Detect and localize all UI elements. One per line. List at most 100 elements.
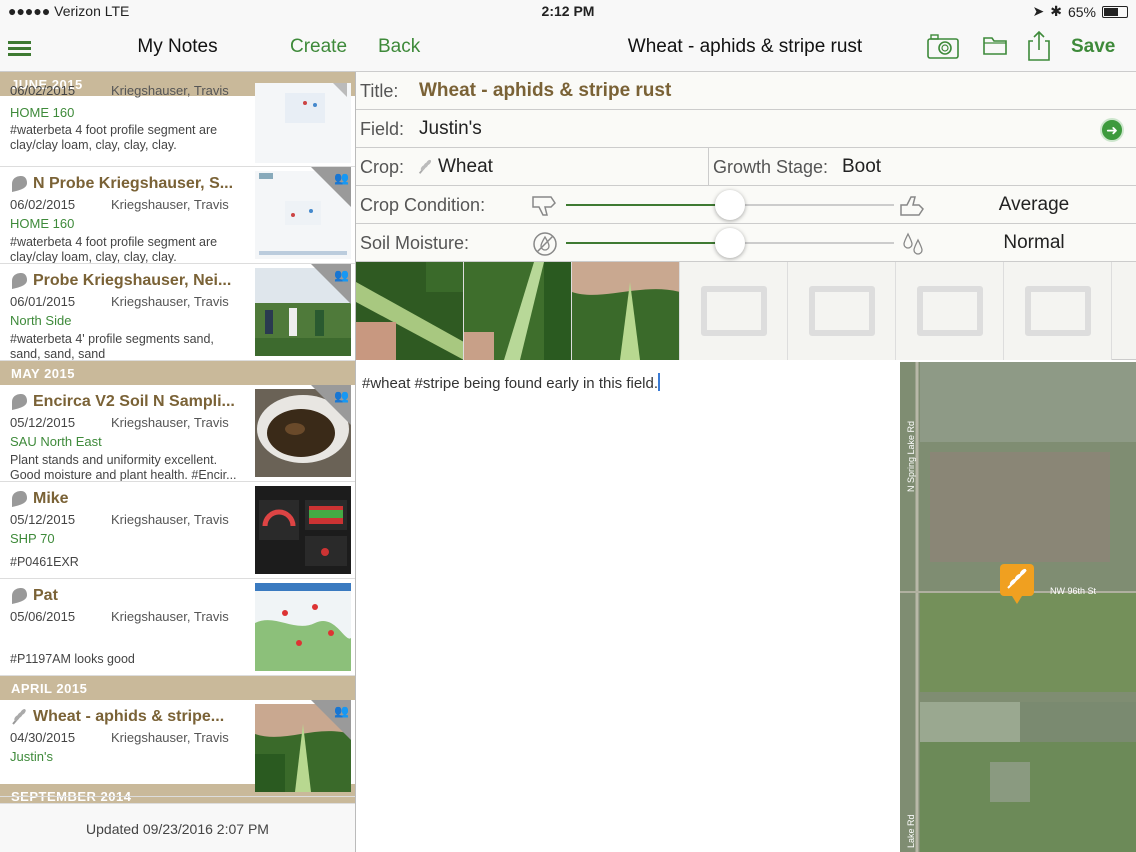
crop-label: Crop:: [360, 157, 405, 177]
crop-value[interactable]: Wheat: [438, 156, 493, 178]
crop-condition-value: Average: [998, 194, 1070, 215]
photo-thumbnail[interactable]: [356, 262, 464, 360]
crop-condition-slider[interactable]: [566, 190, 894, 220]
growth-stage-value[interactable]: Boot: [842, 156, 881, 178]
note-date: 06/02/2015: [10, 83, 76, 98]
list-item[interactable]: Probe Kriegshauser, Nei... 06/01/2015 Kr…: [0, 264, 355, 361]
notes-text-area[interactable]: #wheat #stripe being found early in this…: [356, 362, 900, 852]
bluetooth-icon: ✱: [1050, 3, 1062, 19]
section-header-april-2015: APRIL 2015: [0, 676, 355, 700]
photo-placeholder[interactable]: [788, 262, 896, 360]
crop-condition-label: Crop Condition:: [360, 195, 486, 215]
notes-list[interactable]: JUNE 2015 Kriegshauser, Travis 06/02/201…: [0, 72, 355, 803]
create-button[interactable]: Create: [290, 36, 347, 58]
list-item[interactable]: Pat 05/06/2015 Kriegshauser, Travis #P11…: [0, 579, 355, 676]
text-cursor: [658, 373, 661, 391]
note-date: 06/01/2015: [10, 294, 76, 309]
note-pin-icon: [12, 491, 27, 507]
field-value: Justin's: [419, 118, 482, 139]
note-owner: Kriegshauser, Travis: [111, 609, 229, 624]
list-item[interactable]: Encirca V2 Soil N Sampli... 05/12/2015 K…: [0, 385, 355, 482]
photo-placeholder[interactable]: [1004, 262, 1112, 360]
soil-moisture-row: Soil Moisture: Normal: [356, 224, 1136, 262]
note-field: HOME 160: [10, 216, 75, 231]
note-title: N Probe Kriegshauser, S...: [33, 175, 234, 192]
list-item[interactable]: Kriegshauser, Travis 06/02/2015 HOME 160…: [0, 83, 355, 167]
back-button[interactable]: Back: [378, 36, 420, 58]
title-label: Title:: [360, 81, 399, 101]
title-field[interactable]: Wheat - aphids & stripe rust: [419, 80, 671, 102]
note-owner: Kriegshauser, Travis: [111, 197, 229, 212]
crop-condition-knob[interactable]: [715, 190, 745, 220]
soil-moisture-value: Normal: [1003, 232, 1065, 253]
note-thumbnail: [255, 83, 351, 163]
note-text: #waterbeta 4 foot profile segment are cl…: [10, 123, 218, 152]
updated-timestamp: Updated 09/23/2016 2:07 PM: [0, 803, 355, 852]
note-field: North Side: [10, 313, 72, 328]
thumbs-down-icon: [532, 196, 556, 216]
note-pin-icon: [12, 394, 27, 410]
note-text: #waterbeta 4' profile segments sand, san…: [10, 332, 214, 361]
field-label: Field:: [360, 119, 405, 139]
growth-stage-label: Growth Stage:: [713, 157, 829, 177]
no-water-icon: [533, 232, 557, 256]
battery-icon: [1102, 5, 1128, 18]
photo-thumbnail[interactable]: [464, 262, 572, 360]
note-date: 05/12/2015: [10, 415, 76, 430]
map-road-label: N Spring Lake Rd: [906, 421, 916, 492]
photo-placeholder[interactable]: [680, 262, 788, 360]
list-item[interactable]: Wheat - aphids & stripe... 04/30/2015 Kr…: [0, 700, 355, 797]
navigation-bar: My Notes Create Back Wheat - aphids & st…: [0, 22, 1136, 72]
list-item[interactable]: N Probe Kriegshauser, S... 06/02/2015 Kr…: [0, 167, 355, 264]
soil-moisture-knob[interactable]: [715, 228, 745, 258]
field-detail-arrow-icon[interactable]: ➜: [1100, 118, 1124, 142]
shared-group-icon: 👥: [334, 704, 349, 718]
note-pin-icon: [12, 273, 27, 289]
note-text: #P1197AM looks good: [10, 652, 135, 666]
photo-thumbnail[interactable]: [572, 262, 680, 360]
shared-group-icon: 👥: [334, 389, 349, 403]
list-item[interactable]: Mike 05/12/2015 Kriegshauser, Travis SHP…: [0, 482, 355, 579]
save-button[interactable]: Save: [1071, 36, 1115, 58]
note-text: Plant stands and uniformity excellent. G…: [10, 453, 237, 482]
thumbs-up-icon: [900, 196, 924, 216]
crop-condition-row: Crop Condition: Average: [356, 186, 1136, 224]
soil-moisture-slider[interactable]: [566, 228, 894, 258]
field-map[interactable]: N Spring Lake Rd NW 96th St Lake Rd: [900, 362, 1136, 852]
note-detail-form: Title: Wheat - aphids & stripe rust Fiel…: [356, 72, 1136, 360]
note-title: Encirca V2 Soil N Sampli...: [33, 393, 235, 410]
note-owner: Kriegshauser, Travis: [111, 415, 229, 430]
note-field: SAU North East: [10, 434, 102, 449]
status-bar: ●●●●● Verizon LTE 2:12 PM ➤ ✱ 65%: [0, 0, 1136, 22]
camera-icon[interactable]: [926, 32, 960, 60]
image-placeholder-icon: [1025, 286, 1091, 336]
note-field: Justin's: [10, 749, 53, 764]
field-row[interactable]: Field: Justin's ➜: [356, 110, 1136, 148]
note-date: 05/06/2015: [10, 609, 76, 624]
note-text: #waterbeta 4 foot profile segment are cl…: [10, 235, 218, 264]
notes-text: #wheat #stripe being found early in this…: [362, 375, 659, 392]
note-title: Wheat - aphids & stripe...: [33, 708, 225, 725]
shared-group-icon: 👥: [334, 268, 349, 282]
note-field: SHP 70: [10, 531, 55, 546]
water-drops-icon: [903, 232, 923, 255]
note-title: Pat: [33, 587, 58, 604]
status-right: ➤ ✱ 65%: [1033, 3, 1128, 20]
section-header-may-2015: MAY 2015: [0, 361, 355, 385]
note-thumbnail: [255, 583, 351, 671]
note-pin-icon: [12, 176, 27, 192]
shared-group-icon: 👥: [334, 171, 349, 185]
note-thumbnail: [255, 486, 351, 574]
title-row[interactable]: Title: Wheat - aphids & stripe rust: [356, 72, 1136, 110]
map-road-label: NW 96th St: [1050, 586, 1097, 596]
folder-icon[interactable]: [982, 32, 1008, 58]
share-icon[interactable]: [1027, 30, 1051, 62]
note-title: Mike: [33, 490, 69, 507]
note-title-header: Wheat - aphids & stripe rust: [627, 36, 863, 57]
soil-moisture-label: Soil Moisture:: [360, 233, 470, 253]
image-placeholder-icon: [917, 286, 983, 336]
image-placeholder-icon: [809, 286, 875, 336]
photo-placeholder[interactable]: [896, 262, 1004, 360]
note-date: 05/12/2015: [10, 512, 76, 527]
note-pin-icon: [12, 588, 27, 604]
